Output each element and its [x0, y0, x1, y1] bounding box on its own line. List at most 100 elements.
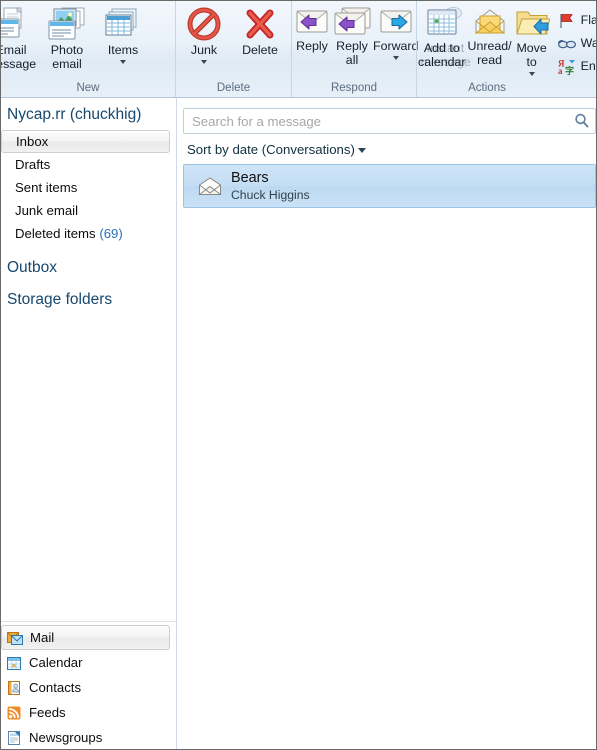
ribbon-group-new: Email message — [1, 1, 175, 97]
chevron-down-icon[interactable] — [528, 72, 535, 76]
unread-read-icon — [471, 7, 509, 37]
nav-item-label: Contacts — [29, 680, 82, 695]
actions-small-list: Flag Watch — [551, 5, 596, 76]
pane-divider[interactable] — [176, 98, 177, 749]
chevron-down-icon[interactable] — [120, 60, 126, 64]
reply-label: Reply — [296, 39, 328, 53]
message-list-item[interactable]: Bears Chuck Higgins — [183, 164, 596, 208]
ribbon-group-respond-buttons: Reply Reply all Forward Instant message — [292, 1, 471, 69]
sidebar-item-label: Inbox — [16, 134, 49, 149]
search-bar[interactable] — [183, 108, 596, 134]
main-body: Nycap.rr (chuckhig) Inbox Drafts Sent it… — [1, 98, 596, 749]
nav-item-label: Newsgroups — [29, 730, 103, 745]
forward-label: Forward — [373, 39, 419, 53]
sidebar-group-storage-folders[interactable]: Storage folders — [1, 291, 176, 309]
nav-item-contacts[interactable]: Contacts — [1, 675, 170, 700]
account-title[interactable]: Nycap.rr (chuckhig) — [1, 106, 176, 130]
forward-icon — [377, 7, 415, 37]
flag-icon — [557, 12, 576, 29]
delete-button[interactable]: Delete — [232, 5, 288, 57]
ribbon-group-new-label: New — [76, 82, 100, 94]
email-message-button[interactable]: Email message — [1, 5, 39, 71]
nav-item-label: Calendar — [29, 655, 83, 670]
feeds-icon — [6, 705, 22, 721]
add-to-calendar-label: Add to calendar — [418, 41, 466, 69]
unread-read-button[interactable]: Unread/ read — [467, 5, 513, 67]
message-text: Bears Chuck Higgins — [231, 171, 310, 201]
unread-read-label: Unread/ read — [467, 39, 512, 67]
ribbon-group-new-buttons: Email message — [1, 1, 175, 71]
calendar-icon — [425, 7, 459, 39]
sidebar-item-label: Drafts — [15, 157, 51, 172]
sidebar-group-label: Outbox — [7, 259, 57, 276]
mail-icon — [7, 630, 23, 646]
junk-button[interactable]: Junk — [176, 5, 232, 64]
reply-all-button[interactable]: Reply all — [332, 5, 372, 67]
sort-label: Sort by date (Conversations) — [187, 141, 355, 157]
sort-selector[interactable]: Sort by date (Conversations) — [183, 134, 596, 164]
sidebar-group-outbox[interactable]: Outbox — [1, 259, 176, 277]
nav-item-label: Feeds — [29, 705, 66, 720]
encoding-label: Encoding — [580, 59, 596, 73]
reply-all-label: Reply all — [336, 39, 368, 67]
chevron-down-icon[interactable] — [357, 148, 366, 153]
nav-item-newsgroups[interactable]: Newsgroups — [1, 725, 170, 749]
photo-email-icon — [46, 7, 88, 41]
nav-item-feeds[interactable]: Feeds — [1, 700, 170, 725]
ribbon-group-respond: Reply Reply all Forward Instant message … — [291, 1, 471, 97]
deleted-items-count: (69) — [99, 226, 123, 241]
ribbon-group-actions-buttons: Add to calendar Unread/ read Move to Fl … — [417, 1, 596, 76]
move-to-label: Move to — [516, 41, 547, 69]
ribbon-group-delete: Junk Delete Delete — [175, 1, 291, 97]
photo-email-label: Photo email — [50, 43, 84, 71]
delete-label: Delete — [242, 43, 278, 57]
sidebar-item-label: Deleted items — [15, 226, 96, 241]
svg-text:字: 字 — [565, 65, 574, 75]
chevron-down-icon[interactable] — [392, 56, 399, 60]
sidebar-item-inbox[interactable]: Inbox — [1, 130, 170, 153]
items-button[interactable]: Items — [95, 5, 151, 64]
ribbon-groups: Email message — [1, 1, 596, 97]
windows-live-mail-window: Email message — [0, 0, 597, 750]
sidebar-item-deleted-items[interactable]: Deleted items (69) — [1, 222, 170, 245]
watch-icon — [557, 35, 576, 52]
ribbon-group-actions: Add to calendar Unread/ read Move to Fl … — [416, 1, 596, 97]
nav-item-label: Mail — [30, 630, 55, 645]
reply-button[interactable]: Reply — [292, 5, 332, 53]
encoding-button[interactable]: Я a 字 Encoding — [557, 56, 596, 76]
forward-button[interactable]: Forward — [372, 5, 419, 60]
newsgroups-icon — [6, 730, 22, 746]
message-subject: Bears — [231, 170, 269, 187]
sidebar-item-sent-items[interactable]: Sent items — [1, 176, 170, 199]
encoding-icon: Я a 字 — [557, 58, 576, 76]
open-envelope-icon — [198, 176, 222, 196]
photo-email-button[interactable]: Photo email — [39, 5, 95, 71]
sidebar-item-drafts[interactable]: Drafts — [1, 153, 170, 176]
search-icon[interactable] — [573, 112, 591, 130]
nav-item-calendar[interactable]: Calendar — [1, 650, 170, 675]
items-label: Items — [107, 43, 139, 57]
sidebar-item-junk-email[interactable]: Junk email — [1, 199, 170, 222]
items-icon — [102, 7, 144, 41]
junk-icon — [187, 7, 221, 41]
junk-label: Junk — [190, 43, 218, 57]
ribbon-group-respond-label: Respond — [330, 82, 378, 94]
contacts-icon — [6, 680, 22, 696]
watch-button[interactable]: Watch — [557, 33, 596, 53]
folder-tree: Nycap.rr (chuckhig) Inbox Drafts Sent it… — [1, 98, 176, 621]
flag-button[interactable]: Flag — [557, 10, 596, 30]
folder-sidebar: Nycap.rr (chuckhig) Inbox Drafts Sent it… — [1, 98, 177, 749]
ribbon-group-delete-buttons: Junk Delete — [176, 1, 291, 64]
sidebar-item-label: Junk email — [15, 203, 79, 218]
svg-text:a: a — [558, 66, 563, 75]
move-to-button[interactable]: Move to — [513, 5, 551, 76]
message-sender: Chuck Higgins — [231, 187, 310, 202]
nav-item-mail[interactable]: Mail — [1, 625, 170, 650]
search-input[interactable] — [184, 110, 573, 132]
email-message-label: Email message — [1, 43, 37, 71]
chevron-down-icon[interactable] — [201, 60, 207, 64]
email-message-icon — [1, 7, 30, 41]
add-to-calendar-button[interactable]: Add to calendar — [417, 5, 467, 69]
navigation-pane: Mail Calendar Contacts Feeds Newsgroups — [1, 621, 176, 749]
flag-label: Flag — [580, 13, 596, 27]
